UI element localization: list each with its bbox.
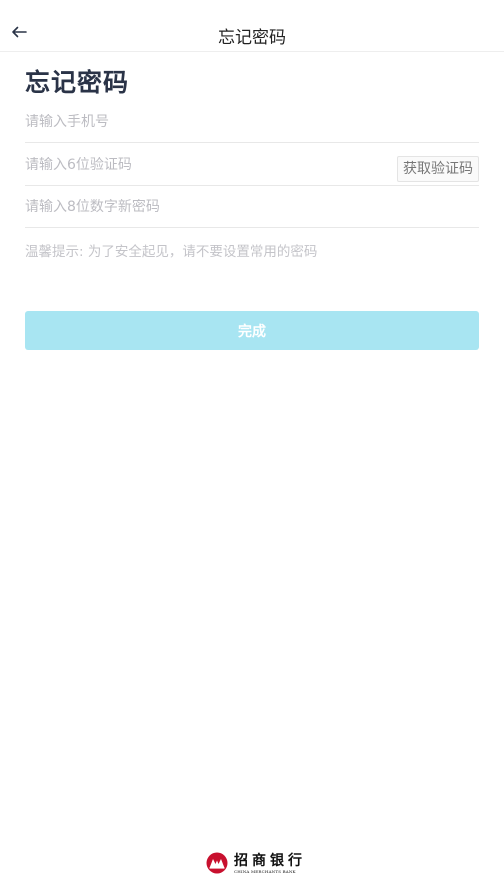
phone-input[interactable] <box>25 114 385 130</box>
bank-name-en: CHINA MERCHANTS BANK <box>234 868 296 874</box>
code-field: 获取验证码 <box>25 144 479 186</box>
get-code-button[interactable]: 获取验证码 <box>397 156 479 182</box>
bank-brand: 招商银行 CHINA MERCHANTS BANK <box>206 852 306 874</box>
new-password-input[interactable] <box>25 199 385 215</box>
nav-title: 忘记密码 <box>218 28 286 48</box>
cmb-logo-icon <box>206 852 228 874</box>
password-field <box>25 186 479 228</box>
top-nav-bar: 忘记密码 <box>0 0 504 52</box>
bank-name: 招商银行 CHINA MERCHANTS BANK <box>234 853 306 874</box>
bank-name-cn: 招商银行 <box>234 852 306 869</box>
code-input[interactable] <box>25 157 385 173</box>
page-title: 忘记密码 <box>25 68 130 97</box>
security-tip: 温馨提示: 为了安全起见，请不要设置常用的密码 <box>25 244 318 260</box>
submit-button[interactable]: 完成 <box>25 311 479 350</box>
phone-field <box>25 101 479 143</box>
